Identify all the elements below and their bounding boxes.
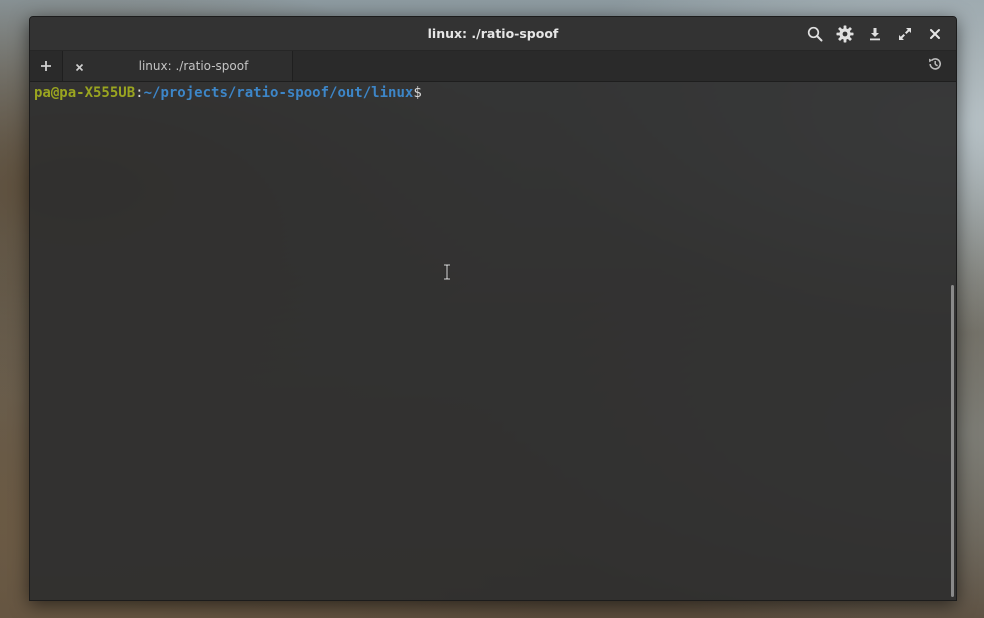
title-controls	[800, 17, 950, 50]
tab-terminal[interactable]: linux: ./ratio-spoof	[63, 51, 293, 81]
prompt-user-host: pa@pa-X555UB	[34, 85, 136, 101]
download-icon	[868, 27, 882, 41]
scrollbar[interactable]	[951, 285, 954, 597]
prompt-separator: :	[135, 85, 144, 101]
search-button[interactable]	[800, 17, 830, 50]
settings-button[interactable]	[830, 17, 860, 50]
download-button[interactable]	[860, 17, 890, 50]
terminal-window: linux: ./ratio-spoof linux: ./ratio-spoo…	[29, 16, 957, 601]
history-icon	[927, 56, 943, 76]
close-icon	[929, 28, 941, 40]
titlebar[interactable]: linux: ./ratio-spoof	[30, 17, 956, 51]
gear-icon	[836, 25, 854, 43]
prompt-line: pa@pa-X555UB:~/projects/ratio-spoof/out/…	[34, 84, 422, 102]
history-button[interactable]	[920, 51, 950, 81]
tab-bar: linux: ./ratio-spoof	[30, 51, 956, 82]
fullscreen-button[interactable]	[890, 17, 920, 50]
tab-close-button[interactable]	[63, 51, 95, 81]
i-beam-cursor-icon	[443, 263, 451, 281]
terminal-output[interactable]: pa@pa-X555UB:~/projects/ratio-spoof/out/…	[30, 82, 956, 600]
search-icon	[807, 26, 823, 42]
tab-label: linux: ./ratio-spoof	[138, 59, 249, 73]
close-icon	[75, 57, 84, 76]
close-button[interactable]	[920, 17, 950, 50]
plus-icon	[40, 57, 52, 76]
prompt-path: ~/projects/ratio-spoof/out/linux	[143, 85, 414, 101]
prompt-symbol: $	[413, 85, 422, 101]
new-tab-button[interactable]	[30, 51, 63, 81]
fullscreen-icon	[898, 27, 912, 41]
